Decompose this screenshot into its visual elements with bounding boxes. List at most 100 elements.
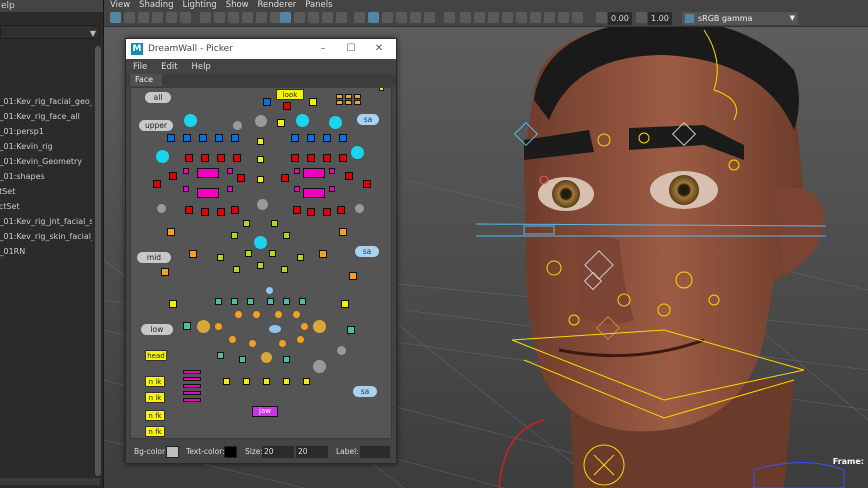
eye-lower-magenta[interactable] — [303, 188, 325, 198]
lip-orange-control[interactable] — [253, 311, 260, 318]
list-item[interactable]: V_01:Kev_rig_skin_facial_set — [0, 229, 92, 244]
text-color-swatch[interactable] — [224, 446, 237, 458]
list-item[interactable]: V_01:Kevin_rig — [0, 139, 92, 154]
tongue-control[interactable] — [183, 370, 201, 374]
jaw-yellow-control[interactable] — [263, 378, 270, 385]
orange-grid-control[interactable] — [336, 94, 343, 99]
film-gate-icon[interactable] — [214, 12, 225, 23]
tongue-control[interactable] — [183, 391, 201, 395]
xray-icon[interactable] — [368, 12, 379, 23]
xray-active-icon[interactable] — [530, 12, 541, 23]
bookmark-icon[interactable] — [138, 12, 149, 23]
chin-teal-control[interactable] — [217, 352, 224, 359]
cheek-orange-control[interactable] — [349, 272, 357, 280]
nostril-lime-control[interactable] — [297, 254, 304, 261]
orange-grid-control[interactable] — [336, 100, 343, 105]
brow-blue-control[interactable] — [215, 134, 223, 142]
help-menu[interactable]: elp — [1, 1, 15, 11]
jaw-yellow-control[interactable] — [223, 378, 230, 385]
all-button[interactable]: all — [145, 92, 171, 103]
brow-blue-control[interactable] — [199, 134, 207, 142]
lights-icon[interactable] — [396, 12, 407, 23]
xray-joints-icon[interactable] — [516, 12, 527, 23]
mouth-corner-yellow[interactable] — [169, 300, 177, 308]
picker-canvas[interactable]: all look upper sa mid sa low head n ik n… — [130, 87, 392, 439]
minimize-button[interactable]: – — [316, 42, 330, 56]
image-plane-icon[interactable] — [152, 12, 163, 23]
tongue-control[interactable] — [183, 384, 201, 388]
lip-orange-control[interactable] — [275, 311, 282, 318]
cheek-orange-control[interactable] — [161, 268, 169, 276]
nostril-lime-control[interactable] — [269, 250, 276, 257]
lip-orange-control[interactable] — [301, 323, 308, 330]
cheek-orange-control[interactable] — [189, 250, 197, 258]
select-camera-icon[interactable] — [110, 12, 121, 23]
lid-control[interactable] — [345, 172, 353, 180]
look-control-center[interactable] — [283, 102, 291, 110]
lid-control[interactable] — [169, 172, 177, 180]
lower-lid-control[interactable] — [337, 206, 345, 214]
field-chart-icon[interactable] — [256, 12, 267, 23]
lower-lid-control[interactable] — [323, 208, 331, 216]
eye-lower-magenta[interactable] — [197, 188, 219, 198]
upper-button[interactable]: upper — [139, 120, 173, 131]
colorspace-dropdown[interactable]: sRGB gamma ▼ — [682, 12, 798, 25]
lip-teal-control[interactable] — [283, 298, 290, 305]
cheek-orange-control[interactable] — [339, 228, 347, 236]
textured-icon[interactable] — [382, 12, 393, 23]
nose-control[interactable] — [257, 176, 264, 183]
mouth-teal-control[interactable] — [347, 326, 355, 334]
nose-lime-control[interactable] — [283, 232, 290, 239]
lid-control[interactable] — [217, 154, 225, 162]
eye-corner-control[interactable] — [363, 180, 371, 188]
maximize-button[interactable]: ☐ — [344, 42, 358, 56]
menu-shading[interactable]: Shading — [139, 0, 174, 10]
tab-face[interactable]: Face ✕ — [130, 74, 162, 96]
lid-control[interactable] — [185, 154, 193, 162]
small-yellow-control[interactable] — [379, 88, 384, 91]
lid-control[interactable] — [237, 174, 245, 182]
nose-bridge-control[interactable] — [257, 156, 264, 163]
brow-blue-control[interactable] — [323, 134, 331, 142]
lid-magenta-control[interactable] — [329, 168, 335, 174]
lid-magenta-control[interactable] — [227, 168, 233, 174]
jaw-yellow-control[interactable] — [243, 378, 250, 385]
resolution-gate-icon[interactable] — [228, 12, 239, 23]
nose-lime-control[interactable] — [271, 220, 278, 227]
menu-view[interactable]: View — [110, 0, 130, 10]
lip-teal-control[interactable] — [231, 298, 238, 305]
lower-lip-orange[interactable] — [249, 340, 256, 347]
menu-file[interactable]: File — [133, 60, 147, 74]
jaw-yellow-control[interactable] — [303, 378, 310, 385]
brow-blue-control[interactable] — [307, 134, 315, 142]
brow-control-left[interactable] — [184, 114, 197, 127]
cheek-control-right[interactable] — [355, 204, 364, 213]
nostril-lime-control[interactable] — [245, 250, 252, 257]
brow-outer-control-right[interactable] — [329, 116, 342, 129]
wireframe-on-shaded-icon[interactable] — [354, 12, 365, 23]
label-field[interactable] — [360, 446, 390, 458]
menu-lighting[interactable]: Lighting — [182, 0, 216, 10]
nostril-lime-control[interactable] — [257, 262, 264, 269]
lid-magenta-control[interactable] — [183, 186, 189, 192]
exposure-field[interactable]: 0.00 — [608, 12, 632, 25]
sphere-icon[interactable] — [460, 12, 471, 23]
look-button[interactable]: look — [276, 89, 304, 100]
anti-alias-icon[interactable] — [488, 12, 499, 23]
ui-gate-icon[interactable] — [544, 12, 555, 23]
neck-fk-button-1[interactable]: n fk — [145, 410, 165, 421]
menu-renderer[interactable]: Renderer — [258, 0, 297, 10]
motion-blur-icon[interactable] — [474, 12, 485, 23]
brow-mid-control-left[interactable] — [233, 121, 242, 130]
outliner-menubar[interactable]: elp — [0, 0, 103, 12]
lower-lip-orange[interactable] — [229, 336, 236, 343]
nose-tip-control[interactable] — [257, 199, 268, 210]
lid-magenta-control[interactable] — [183, 168, 189, 174]
lid-magenta-control[interactable] — [329, 186, 335, 192]
lower-lid-control[interactable] — [293, 206, 301, 214]
lid-control[interactable] — [291, 154, 299, 162]
mouth-corner-left[interactable] — [197, 320, 210, 333]
list-item[interactable]: V_01:Kev_rig_jnt_facial_set — [0, 214, 92, 229]
lid-control[interactable] — [281, 174, 289, 182]
mouth-teal-control[interactable] — [183, 322, 191, 330]
